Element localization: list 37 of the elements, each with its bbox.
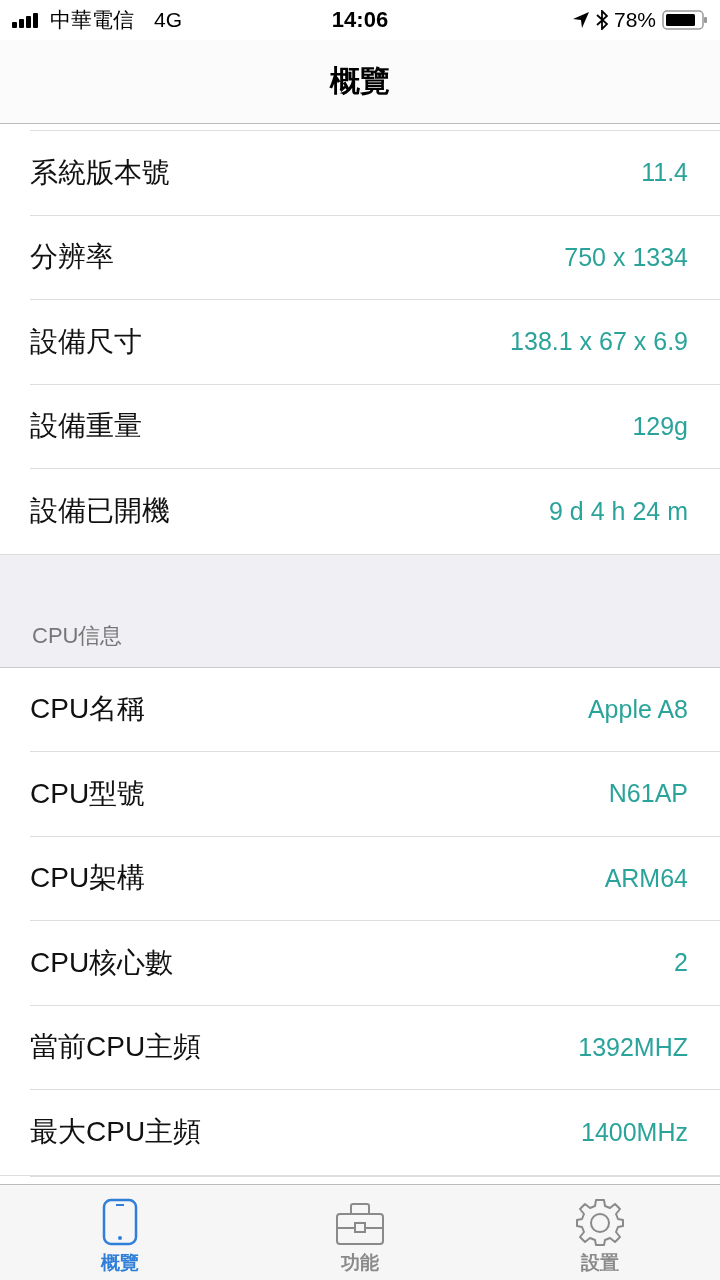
row-value: 11.4 xyxy=(641,158,688,188)
screen-title: 概覽 xyxy=(330,63,390,99)
row-value: 1392MHZ xyxy=(578,1032,688,1062)
row-value: 1400MHz xyxy=(581,1117,688,1147)
tab-item[interactable]: 概覽 xyxy=(0,1185,240,1280)
briefcase-icon xyxy=(335,1202,385,1246)
location-arrow-icon xyxy=(571,11,590,29)
row-label: CPU核心數 xyxy=(30,945,174,980)
bluetooth-icon xyxy=(595,10,608,30)
row-label: 當前CPU主頻 xyxy=(30,1030,202,1065)
network-type: 4G xyxy=(154,8,182,32)
row-label: 分辨率 xyxy=(30,240,114,275)
row-value: 138.1 x 67 x 6.9 xyxy=(510,327,688,357)
row-value: 129g xyxy=(632,411,688,441)
row-label: 最大CPU主頻 xyxy=(30,1115,202,1150)
row-value: ARM64 xyxy=(604,863,688,893)
row-label: 系統版本號 xyxy=(30,155,170,190)
row-value: 750 x 1334 xyxy=(564,242,688,272)
section-header: CPU信息 xyxy=(32,621,123,650)
row-value: 2 xyxy=(674,948,688,978)
carrier-name: 中華電信 xyxy=(50,7,134,33)
row-label: CPU架構 xyxy=(30,861,146,896)
row-label: 設備尺寸 xyxy=(30,324,142,359)
row-label: 設備重量 xyxy=(30,409,142,444)
row-label: 設備已開機 xyxy=(30,494,170,529)
clock-time: 14:06 xyxy=(331,7,389,33)
battery-icon xyxy=(662,10,708,30)
phone-icon xyxy=(102,1198,138,1246)
settings-icon xyxy=(576,1198,624,1246)
row-value: Apple A8 xyxy=(587,694,688,724)
tab-item[interactable]: 功能 xyxy=(240,1185,480,1280)
row-label: CPU型號 xyxy=(30,776,146,811)
tab-item[interactable]: 設置 xyxy=(480,1185,720,1280)
battery-percent: 78% xyxy=(613,8,656,32)
row-value: N61AP xyxy=(608,779,688,809)
row-value: 9 d 4 h 24 m xyxy=(549,496,688,526)
row-label: CPU名稱 xyxy=(30,692,146,727)
